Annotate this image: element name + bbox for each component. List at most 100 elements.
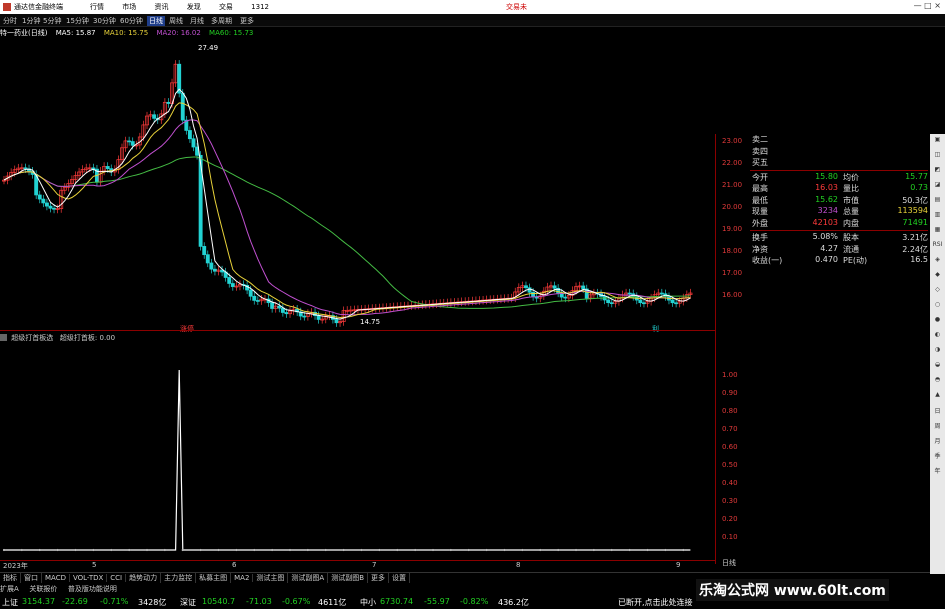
zx-index-name: 中小 xyxy=(360,598,376,607)
menu-item-quotes[interactable]: 行情 xyxy=(90,3,104,11)
ma10-line xyxy=(3,102,691,319)
candle-body xyxy=(209,262,214,270)
candle-body xyxy=(316,315,321,320)
quote-panel: 卖二 卖四 买五 今开 15.80 均价 15.77 最高 16.03 量比 0.73 最低 15… xyxy=(750,134,928,267)
candlestick-chart[interactable]: 27.49 14.75 涨停 利 xyxy=(0,40,715,332)
toolbar-icon[interactable]: ◒ xyxy=(931,361,944,374)
indicator-point xyxy=(56,548,59,552)
date-label: 5 xyxy=(92,561,97,569)
period-more[interactable]: 更多 xyxy=(240,16,254,26)
quote-l2: PE(动) xyxy=(843,256,868,265)
indicator-tab[interactable]: 趋势动力 xyxy=(126,573,162,583)
indicator-tab[interactable]: 主力监控 xyxy=(161,573,197,583)
indicator-tab[interactable]: MA2 xyxy=(231,574,254,582)
toolbar-icon[interactable]: ◫ xyxy=(931,151,944,164)
period-quarter-button[interactable]: 季 xyxy=(931,451,944,464)
tab-help[interactable]: 普及版功能说明 xyxy=(68,585,117,593)
price-tick: 17.00 xyxy=(722,269,743,277)
indicator-tab[interactable]: 私募主图 xyxy=(196,573,232,583)
period-multi[interactable]: 多周期 xyxy=(211,16,232,26)
window-controls[interactable]: — □ × xyxy=(914,1,941,10)
period-30min[interactable]: 30分钟 xyxy=(93,16,116,26)
menu-item-code[interactable]: 1312 xyxy=(251,3,269,11)
quote-v2: 71491 xyxy=(902,217,928,227)
candle-body xyxy=(52,207,57,210)
period-weekly[interactable]: 周线 xyxy=(169,16,183,26)
toolbar-icon[interactable]: ▥ xyxy=(931,211,944,224)
indicator-tab[interactable]: 窗口 xyxy=(21,573,42,583)
quote-v1: 4.27 xyxy=(820,243,838,253)
app-logo-icon xyxy=(3,3,11,11)
quote-row: 外盘 42103 内盘 71491 xyxy=(750,218,928,230)
toolbar-icon[interactable]: ◈ xyxy=(931,256,944,269)
menu-item-trade[interactable]: 交易 xyxy=(219,3,233,11)
date-label: 7 xyxy=(372,561,377,569)
indicator-tab[interactable]: 设置 xyxy=(389,573,411,583)
candle-body xyxy=(227,277,232,284)
toolbar-icon[interactable]: ◑ xyxy=(931,346,944,359)
toolbar-icon[interactable]: ▲ xyxy=(931,391,944,404)
indicator-tab[interactable]: 指标 xyxy=(0,573,21,583)
indicator-point xyxy=(92,548,95,552)
toolbar-icon[interactable]: ● xyxy=(931,316,944,329)
toolbar-icon[interactable]: ◆ xyxy=(931,271,944,284)
toolbar-icon[interactable]: ◪ xyxy=(931,181,944,194)
indicator-tab[interactable]: CCI xyxy=(107,574,127,582)
period-week-button[interactable]: 周 xyxy=(931,421,944,434)
quote-v1: 0.470 xyxy=(815,255,838,264)
indicator-chart[interactable] xyxy=(0,340,715,562)
trade-status[interactable]: 交易未 xyxy=(506,2,527,12)
toolbar-icon[interactable]: ▦ xyxy=(931,226,944,239)
high-price-label: 27.49 xyxy=(198,44,218,52)
period-1min[interactable]: 1分钟 xyxy=(22,16,40,26)
quote-l1: 收益(一) xyxy=(752,256,783,265)
toolbar-icon[interactable]: ◩ xyxy=(931,166,944,179)
toolbar-icon[interactable]: ◐ xyxy=(931,331,944,344)
toolbar-icon[interactable]: ▤ xyxy=(931,196,944,209)
quote-v1: 3234 xyxy=(817,206,838,215)
indicator-tab[interactable]: 更多 xyxy=(368,573,390,583)
indicator-point xyxy=(682,548,685,552)
quote-ask4-label: 卖四 xyxy=(752,146,768,156)
indicator-tab[interactable]: 测试副图B xyxy=(328,573,369,583)
toolbar-icon[interactable]: ▣ xyxy=(931,136,944,149)
period-year-button[interactable]: 年 xyxy=(931,466,944,479)
quote-l2: 市值 xyxy=(843,195,859,205)
period-60min[interactable]: 60分钟 xyxy=(120,16,143,26)
period-monthly[interactable]: 月线 xyxy=(190,16,204,26)
indicator-point xyxy=(38,548,41,552)
candle-body xyxy=(127,140,132,143)
period-5min[interactable]: 5分钟 xyxy=(43,16,61,26)
ma20-line xyxy=(3,119,691,316)
menu-item-news[interactable]: 资讯 xyxy=(154,3,168,11)
candle-body xyxy=(23,167,28,170)
tab-extension-a[interactable]: 扩展A xyxy=(0,585,19,593)
toolbar-icon[interactable]: ○ xyxy=(931,301,944,314)
indicator-tab[interactable]: 测试副图A xyxy=(288,573,329,583)
period-month-button[interactable]: 月 xyxy=(931,436,944,449)
rsi-button[interactable]: RSI xyxy=(931,241,944,254)
period-intraday[interactable]: 分时 xyxy=(3,16,17,26)
price-tick: 21.00 xyxy=(722,181,743,189)
tab-related-quote[interactable]: 关联报价 xyxy=(29,585,57,593)
period-daily[interactable]: 日线 xyxy=(147,16,165,26)
toolbar-icon[interactable]: ◇ xyxy=(931,286,944,299)
quote-l2: 内盘 xyxy=(843,218,859,228)
quote-v1: 16.03 xyxy=(815,183,838,192)
period-day-button[interactable]: 日 xyxy=(931,406,944,419)
indicator-point xyxy=(592,548,595,552)
indicator-tab[interactable]: MACD xyxy=(42,574,70,582)
price-tick: 16.00 xyxy=(722,291,743,299)
ma5-line xyxy=(3,88,691,320)
period-15min[interactable]: 15分钟 xyxy=(66,16,89,26)
candle-body xyxy=(334,319,339,324)
toolbar-icon[interactable]: ◓ xyxy=(931,376,944,389)
candle-body xyxy=(531,291,536,297)
menu-item-market[interactable]: 市场 xyxy=(122,3,136,11)
connection-link[interactable]: 已断开,点击此处连接 xyxy=(618,597,693,608)
indicator-tab[interactable]: 测试主图 xyxy=(253,573,289,583)
menu-item-discover[interactable]: 发现 xyxy=(187,3,201,11)
candle-body xyxy=(166,101,171,104)
ma5-label: MA5: 15.87 xyxy=(55,29,96,37)
indicator-tab[interactable]: VOL-TDX xyxy=(70,574,108,582)
